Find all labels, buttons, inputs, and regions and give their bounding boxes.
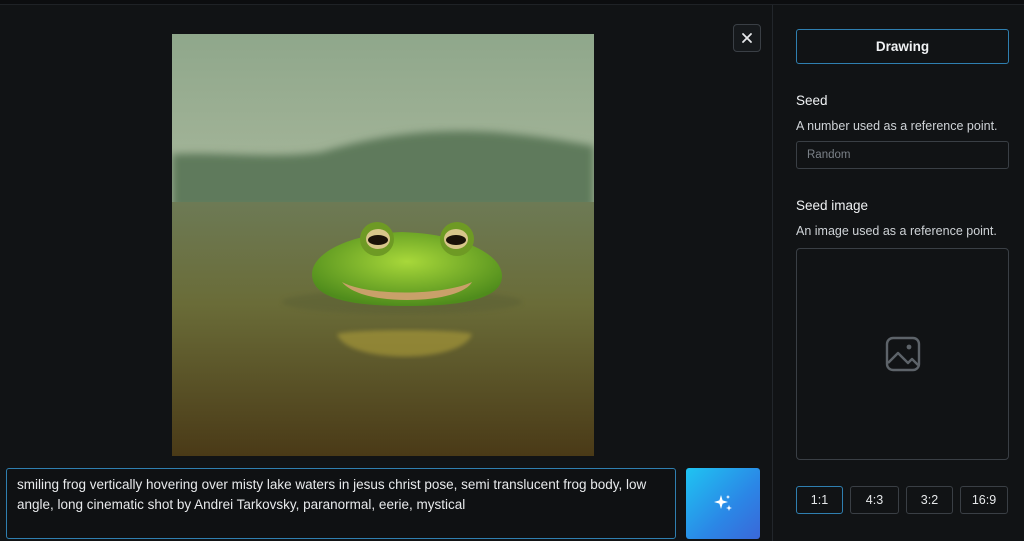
generated-image xyxy=(172,34,594,456)
prompt-input[interactable]: smiling frog vertically hovering over mi… xyxy=(6,468,676,539)
settings-sidebar: Drawing Seed A number used as a referenc… xyxy=(773,5,1024,541)
ratio-3-2-button[interactable]: 3:2 xyxy=(906,486,953,514)
seed-image-description: An image used as a reference point. xyxy=(796,224,997,238)
seed-title: Seed xyxy=(796,93,828,108)
ratio-16-9-button[interactable]: 16:9 xyxy=(960,486,1008,514)
close-icon xyxy=(742,33,752,43)
close-button[interactable] xyxy=(733,24,761,52)
ratio-1-1-button[interactable]: 1:1 xyxy=(796,486,843,514)
seed-input[interactable] xyxy=(796,141,1009,169)
seed-image-title: Seed image xyxy=(796,198,869,213)
aspect-ratio-group: 1:1 4:3 3:2 16:9 xyxy=(796,486,1008,514)
sparkles-icon xyxy=(714,494,732,511)
ratio-4-3-button[interactable]: 4:3 xyxy=(850,486,899,514)
seed-description: A number used as a reference point. xyxy=(796,119,998,133)
drawing-mode-button[interactable]: Drawing xyxy=(796,29,1009,64)
seed-image-dropzone[interactable] xyxy=(796,248,1009,460)
main-canvas-area: smiling frog vertically hovering over mi… xyxy=(0,5,772,541)
generate-button[interactable] xyxy=(686,468,760,539)
image-icon xyxy=(885,336,920,372)
